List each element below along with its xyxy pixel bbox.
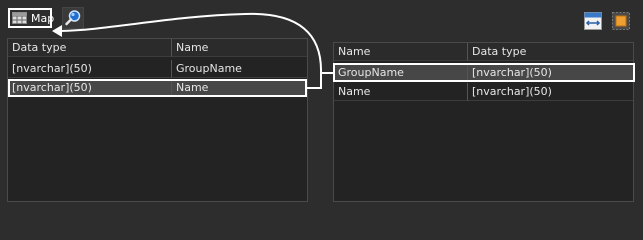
mapping-arrow-overlay xyxy=(52,12,333,89)
arrow-head xyxy=(52,25,62,37)
mapping-connector-line xyxy=(307,72,333,89)
mapping-curved-arrow xyxy=(59,12,323,74)
